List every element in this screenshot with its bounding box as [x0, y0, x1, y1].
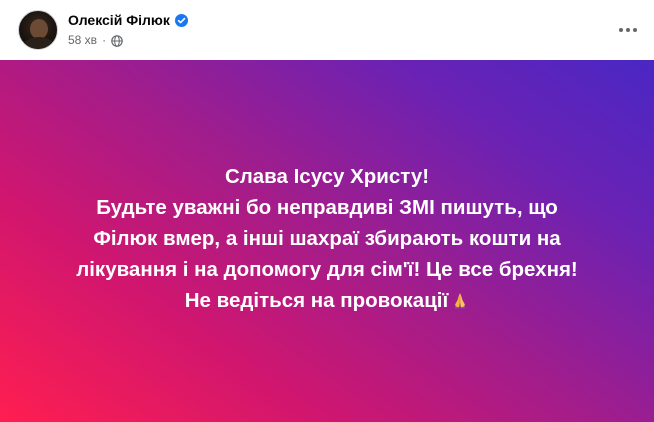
globe-icon[interactable] [111, 34, 123, 47]
post-header: Олексій Філюк 58 хв · [0, 0, 654, 60]
banner-text: Слава Ісусу Христу! Будьте уважні бо неп… [27, 161, 627, 316]
banner-line-2: Будьте уважні бо неправдиві ЗМІ пишуть, … [96, 195, 558, 219]
banner-line-3: Філюк вмер, а інші шахраї збирають кошти… [93, 226, 561, 250]
banner-line-5-wrap: Не ведіться на провокації [27, 285, 627, 316]
author-name[interactable]: Олексій Філюк [68, 11, 170, 29]
banner-line-1: Слава Ісусу Христу! [224, 164, 430, 188]
author-row: Олексій Філюк [68, 11, 188, 29]
timestamp[interactable]: 58 хв [68, 32, 97, 48]
avatar[interactable] [18, 10, 58, 50]
separator-dot: · [102, 33, 107, 47]
post-text-banner: Слава Ісусу Христу! Будьте уважні бо неп… [0, 60, 654, 422]
facebook-post: Олексій Філюк 58 хв · Слава Ісусу Христу… [0, 0, 654, 422]
avatar-body [23, 37, 55, 49]
post-meta: 58 хв · [68, 32, 123, 48]
banner-line-4: лікування і на допомогу для сім'ї! Це вс… [76, 257, 578, 281]
more-options-button[interactable] [612, 14, 644, 46]
verified-badge-icon [174, 13, 188, 27]
banner-line-5: Не ведіться на провокації [184, 288, 449, 312]
folded-hands-icon [451, 287, 469, 308]
more-options-icon [619, 28, 637, 32]
avatar-face [30, 19, 48, 39]
